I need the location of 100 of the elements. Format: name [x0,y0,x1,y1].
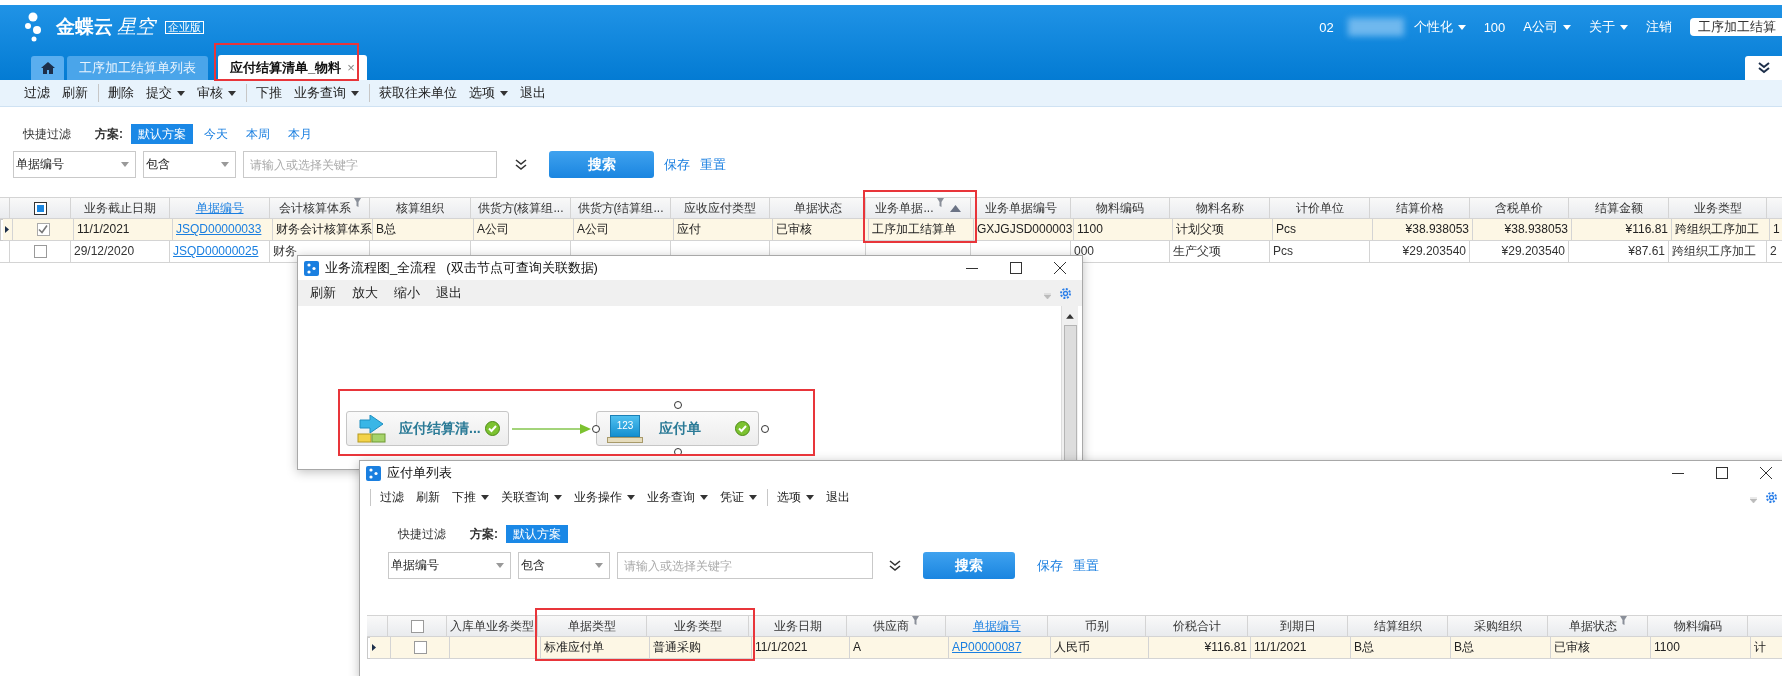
column-header[interactable]: 单据类型 [538,615,647,637]
toolbar-item[interactable]: 下推 [446,488,495,506]
column-header[interactable]: 到期日 [1248,615,1348,637]
field-select[interactable]: 单据编号 [13,151,136,178]
header-menu[interactable]: 注销 [1646,18,1672,36]
column-header[interactable]: 单据编号 [946,615,1048,637]
action-link[interactable]: 保存 [664,155,690,174]
column-header[interactable]: 供货方(结算组... [571,197,671,219]
toolbar-item[interactable]: 刷新 [302,284,344,302]
row-checkbox[interactable] [36,223,50,237]
column-header[interactable]: 采购组织 [1448,615,1548,637]
toolbar-item[interactable]: 选项 [463,84,514,102]
column-header[interactable]: 核算组织 [370,197,471,219]
table-row[interactable]: 11/1/2021 JSQD00000033 财务会计核算体系 B总 A公司 A公司 应付 已审核 工序加工结算单 GXJGJSD000003 1100 计划父项 Pcs ¥38.938053 ¥38.938053 ¥116.81 跨组织工序加工 1 [0,219,1782,241]
toolbar-item[interactable]: 过滤 [18,84,56,102]
row-checkbox[interactable] [413,641,427,655]
column-header[interactable]: 单据状态 [770,197,866,219]
column-header[interactable]: 业务单据编号 [971,197,1071,219]
scheme-option[interactable]: 本月 [281,124,319,144]
header-menu[interactable]: A公司 [1523,18,1571,36]
header-menu[interactable]: 关于 [1589,18,1628,36]
column-header[interactable]: 供货方(核算组... [471,197,571,219]
action-link[interactable]: 重置 [1073,556,1099,575]
connection-handle[interactable] [674,448,682,456]
close-icon[interactable]: × [347,60,355,75]
document-link[interactable]: JSQD00000025 [173,244,259,258]
settings-icon[interactable] [1765,490,1778,504]
toolbar-item[interactable]: 放大 [344,284,386,302]
settings-icon[interactable] [1059,286,1072,300]
column-header[interactable]: 物料名称 [1170,197,1270,219]
document-link[interactable]: JSQD00000033 [176,222,262,236]
scheme-option[interactable]: 默认方案 [506,525,568,543]
table-row[interactable]: 标准应付单 普通采购 11/1/2021 A AP00000087 人民币 ¥116.81 11/1/2021 B总 B总 已审核 1100 计 [367,637,1782,659]
tab[interactable]: 应付结算清单_物料 × [218,55,367,80]
document-link[interactable]: AP00000087 [952,640,1022,654]
column-header[interactable]: 计价单位 [1270,197,1370,219]
toolbar-item[interactable]: 刷新 [56,84,94,102]
context-button[interactable]: 工序加工结算 [1690,18,1782,36]
toolbar-item[interactable]: 过滤 [370,488,410,506]
toolbar-item[interactable]: 下推 [246,84,288,102]
field-select[interactable]: 单据编号 [388,552,511,579]
column-header[interactable]: 物料编码 [1071,197,1170,219]
select-all-checkbox[interactable] [410,620,424,634]
column-header[interactable]: 会计核算体系 [270,197,370,219]
column-header[interactable]: 业务类型 [1669,197,1767,219]
select-all-checkbox[interactable] [33,202,47,216]
double-chevron-icon[interactable] [515,158,527,171]
scheme-option[interactable]: 今天 [197,124,235,144]
scheme-option[interactable]: 本周 [239,124,277,144]
column-header[interactable]: 业务类型 [647,615,749,637]
flow-node[interactable]: 应付结算清... [346,411,509,446]
column-header[interactable]: 价税合计 [1146,615,1248,637]
double-chevron-icon[interactable] [889,559,901,572]
close-icon[interactable] [1760,467,1772,479]
scroll-up-icon[interactable] [1066,314,1074,319]
home-tab[interactable] [31,56,64,80]
toolbar-item[interactable]: 审核 [191,84,242,102]
toolbar-item[interactable]: 提交 [140,84,191,102]
operator-select[interactable]: 包含 [143,151,236,178]
close-icon[interactable] [1054,262,1066,274]
toolbar-item[interactable]: 业务查询 [288,84,365,102]
maximize-icon[interactable] [1716,467,1728,479]
operator-select[interactable]: 包含 [518,552,610,579]
column-header[interactable]: 业务日期 [749,615,847,637]
column-header[interactable]: 业务单据... [866,197,971,219]
toolbar-item[interactable]: 关联查询 [495,488,568,506]
toolbar-item[interactable]: 选项 [767,488,820,506]
column-header[interactable]: 入库单业务类型 [447,615,538,637]
connection-handle[interactable] [674,401,682,409]
column-header[interactable]: 应收应付类型 [671,197,770,219]
action-link[interactable]: 重置 [700,155,726,174]
column-header[interactable]: 结算金额 [1569,197,1669,219]
header-menu[interactable]: 100 [1483,19,1506,35]
toolbar-item[interactable]: 缩小 [386,284,428,302]
action-link[interactable]: 保存 [1037,556,1063,575]
toolbar-item[interactable]: 业务操作 [568,488,641,506]
toolbar-item[interactable]: 获取往来单位 [369,84,463,102]
column-header[interactable]: 币别 [1048,615,1146,637]
connection-handle[interactable] [592,425,600,433]
toolbar-item[interactable]: 退出 [820,488,856,506]
maximize-icon[interactable] [1010,262,1022,274]
toolbar-item[interactable]: 刷新 [410,488,446,506]
keyword-field[interactable]: 请输入或选择关键字 [617,552,873,579]
header-menu[interactable]: 个性化 [1413,18,1466,36]
column-header[interactable]: 结算组织 [1348,615,1448,637]
keyword-field[interactable]: 请输入或选择关键字 [243,151,497,178]
expand-tab[interactable] [1745,56,1782,80]
toolbar-item[interactable]: 业务查询 [641,488,714,506]
toolbar-item[interactable]: 凭证 [714,488,763,506]
toolbar-item[interactable]: 退出 [428,284,470,302]
column-header[interactable]: 物料编码 [1648,615,1748,637]
column-header[interactable]: 含税单价 [1470,197,1569,219]
column-header[interactable]: 单据状态 [1548,615,1648,637]
scheme-option[interactable]: 默认方案 [131,124,193,144]
column-header[interactable]: 单据编号 [170,197,270,219]
connection-handle[interactable] [761,425,769,433]
column-header[interactable]: 结算价格 [1370,197,1470,219]
column-header[interactable]: 供应商 [847,615,946,637]
toolbar-item[interactable]: 删除 [98,84,140,102]
toolbar-item[interactable]: 退出 [514,84,552,102]
